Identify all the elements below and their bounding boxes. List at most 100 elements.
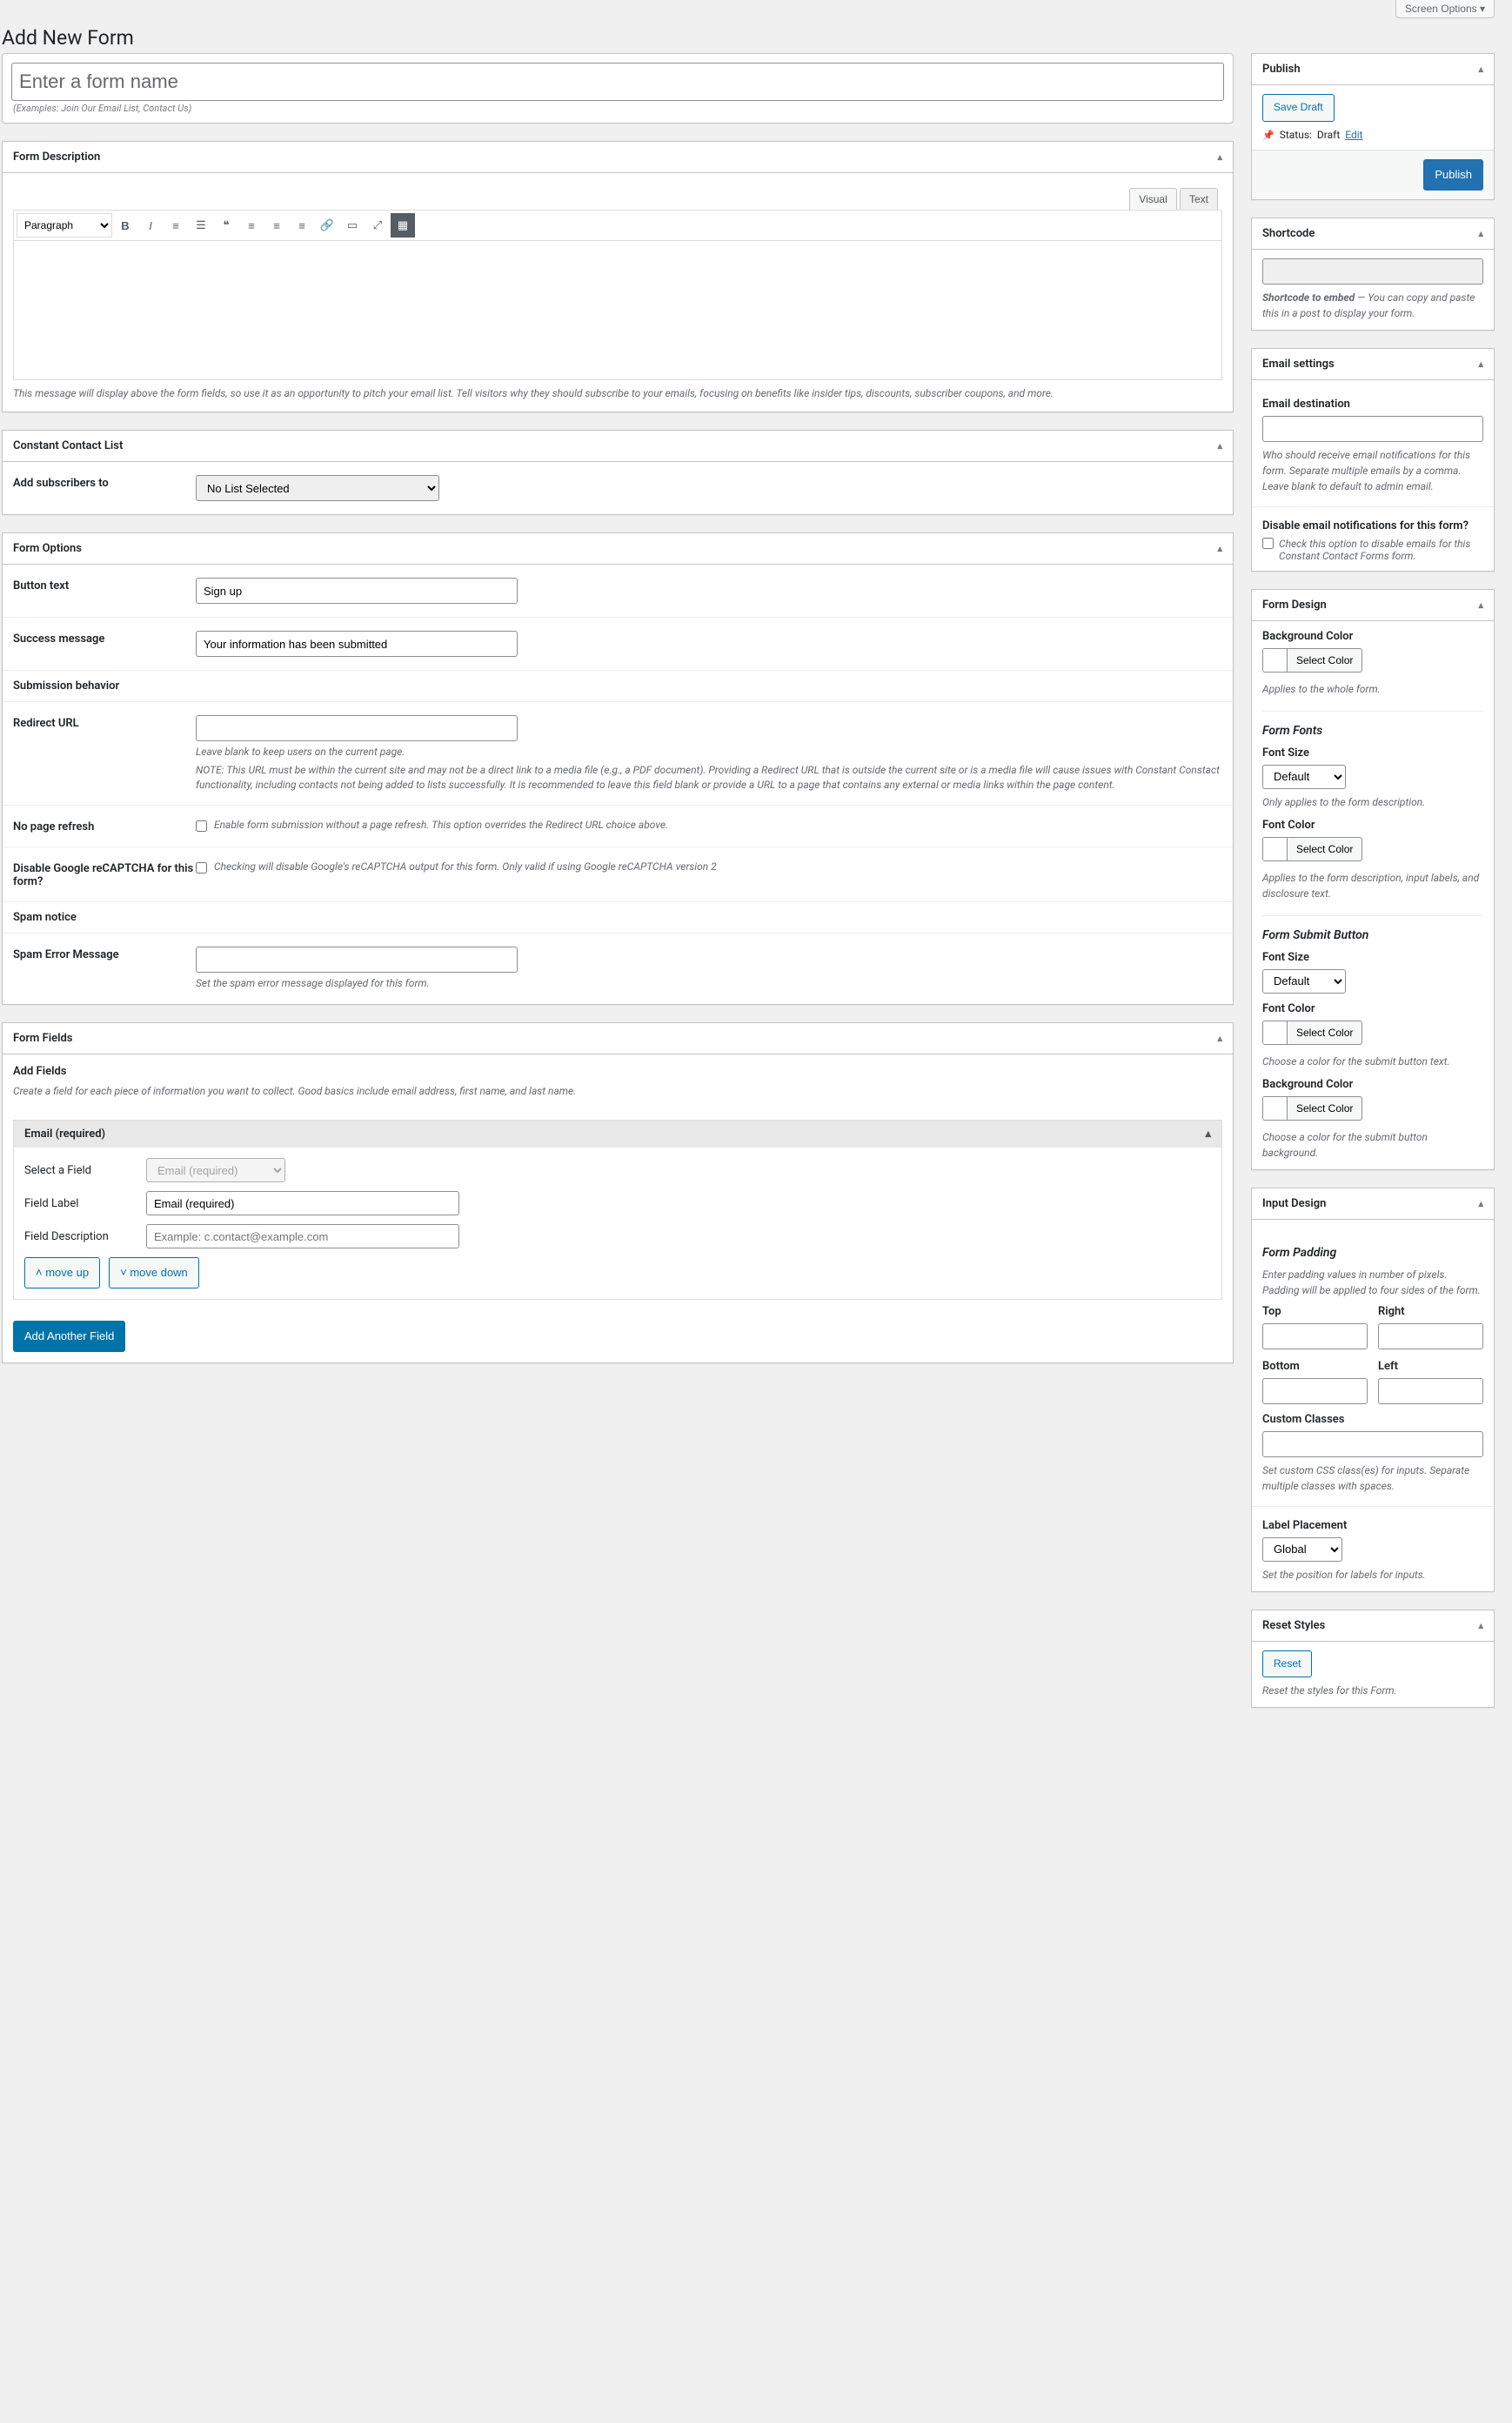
form-fonts-section: Form Fonts [1262, 711, 1483, 738]
screen-options-button[interactable]: Screen Options [1395, 0, 1495, 18]
shortcode-input[interactable] [1262, 258, 1483, 284]
form-options-header[interactable]: Form Options [3, 533, 1233, 565]
field-description-input[interactable] [146, 1224, 459, 1248]
custom-classes-hint: Set custom CSS class(es) for inputs. Sep… [1262, 1463, 1483, 1494]
redirect-url-input[interactable] [196, 715, 518, 741]
submit-font-size-select[interactable]: Default [1262, 969, 1346, 994]
shortcode-header[interactable]: Shortcode [1252, 218, 1494, 250]
form-description-box: Form Description Visual Text Paragraph B… [2, 141, 1234, 412]
success-message-label: Success message [13, 631, 196, 657]
align-right-icon[interactable]: ≡ [290, 213, 314, 238]
toggle-icon [1478, 227, 1483, 240]
cc-list-header[interactable]: Constant Contact List [3, 431, 1233, 462]
page-title: Add New Form [2, 18, 1495, 53]
align-center-icon[interactable]: ≡ [264, 213, 289, 238]
form-design-header[interactable]: Form Design [1252, 590, 1494, 621]
add-fields-heading: Add Fields [13, 1065, 1222, 1078]
editor-text-tab[interactable]: Text [1180, 188, 1218, 210]
edit-status-link[interactable]: Edit [1345, 129, 1362, 141]
label-placement-hint: Set the position for labels for inputs. [1262, 1567, 1483, 1583]
title-wrap: (Examples: Join Our Email List, Contact … [2, 53, 1234, 124]
paragraph-select[interactable]: Paragraph [17, 213, 112, 238]
publish-header[interactable]: Publish [1252, 54, 1494, 85]
submit-font-color-hint: Choose a color for the submit button tex… [1262, 1054, 1483, 1069]
submit-font-size-label: Font Size [1262, 951, 1483, 964]
blockquote-icon[interactable]: ❝ [214, 213, 238, 238]
publish-box: Publish Save Draft Status: Draft Edit Pu… [1251, 53, 1495, 200]
font-size-hint: Only applies to the form description. [1262, 794, 1483, 810]
disable-email-checkbox[interactable] [1262, 538, 1274, 549]
bullet-list-icon[interactable]: ≡ [164, 213, 188, 238]
save-draft-button[interactable]: Save Draft [1262, 94, 1335, 122]
padding-bottom-label: Bottom [1262, 1360, 1368, 1373]
padding-top-input[interactable] [1262, 1323, 1368, 1349]
select-field-dropdown[interactable]: Email (required) [146, 1158, 285, 1182]
field-block-header[interactable]: Email (required) [14, 1121, 1221, 1148]
editor-visual-tab[interactable]: Visual [1129, 188, 1176, 210]
chevron-up-icon: ˄ [36, 1266, 45, 1279]
background-color-button[interactable]: Select Color [1262, 648, 1362, 673]
font-color-label: Font Color [1262, 819, 1483, 832]
spam-error-label: Spam Error Message [13, 947, 196, 991]
form-fields-header[interactable]: Form Fields [3, 1023, 1233, 1054]
submit-font-color-button[interactable]: Select Color [1262, 1021, 1362, 1045]
reset-styles-header[interactable]: Reset Styles [1252, 1610, 1494, 1642]
label-placement-select[interactable]: Global [1262, 1537, 1342, 1562]
fullscreen-icon[interactable]: ⤢ [365, 213, 390, 238]
submit-bg-color-hint: Choose a color for the submit button bac… [1262, 1129, 1483, 1161]
editor-toolbar: Paragraph B I ≡ ☰ ❝ ≡ ≡ ≡ 🔗 ▭ ⤢ ▦ [13, 210, 1222, 241]
font-color-button[interactable]: Select Color [1262, 837, 1362, 861]
status-label: Status: [1280, 129, 1312, 141]
padding-left-input[interactable] [1378, 1378, 1483, 1404]
toggle-icon [1217, 542, 1222, 555]
input-design-header[interactable]: Input Design [1252, 1188, 1494, 1220]
padding-right-input[interactable] [1378, 1323, 1483, 1349]
align-left-icon[interactable]: ≡ [239, 213, 264, 238]
disable-recaptcha-label: Disable Google reCAPTCHA for this form? [13, 860, 196, 888]
email-destination-input[interactable] [1262, 416, 1483, 442]
description-editor[interactable] [13, 241, 1222, 380]
email-settings-header[interactable]: Email settings [1252, 349, 1494, 380]
input-design-box: Input Design Form Padding Enter padding … [1251, 1188, 1495, 1592]
padding-bottom-input[interactable] [1262, 1378, 1368, 1404]
submit-button-section: Form Submit Button [1262, 915, 1483, 942]
submit-bg-color-label: Background Color [1262, 1078, 1483, 1091]
disable-recaptcha-checkbox[interactable] [196, 862, 207, 873]
numbered-list-icon[interactable]: ☰ [189, 213, 213, 238]
field-block-email: Email (required) Select a Field Email (r… [13, 1120, 1222, 1300]
submit-bg-color-button[interactable]: Select Color [1262, 1096, 1362, 1121]
toolbar-toggle-icon[interactable]: ▦ [391, 213, 415, 238]
email-destination-label: Email destination [1262, 398, 1483, 411]
reset-button[interactable]: Reset [1262, 1650, 1312, 1678]
submit-font-color-label: Font Color [1262, 1002, 1483, 1015]
move-down-button[interactable]: ˅ move down [109, 1257, 199, 1288]
no-refresh-label: No page refresh [13, 819, 196, 833]
success-message-input[interactable] [196, 631, 518, 657]
font-size-select[interactable]: Default [1262, 765, 1346, 789]
form-description-header[interactable]: Form Description [3, 142, 1233, 173]
move-up-button[interactable]: ˄ move up [24, 1257, 100, 1288]
shortcode-hint: Shortcode to embed — You can copy and pa… [1262, 290, 1483, 321]
form-padding-section: Form Padding [1262, 1242, 1483, 1260]
add-fields-hint: Create a field for each piece of informa… [13, 1083, 1222, 1099]
font-size-label: Font Size [1262, 746, 1483, 760]
field-label-input[interactable] [146, 1191, 459, 1215]
padding-left-label: Left [1378, 1360, 1483, 1373]
color-swatch-icon [1263, 1021, 1288, 1045]
add-another-field-button[interactable]: Add Another Field [13, 1321, 125, 1352]
button-text-input[interactable] [196, 578, 518, 604]
spam-error-input[interactable] [196, 947, 518, 973]
padding-top-label: Top [1262, 1305, 1368, 1318]
publish-button[interactable]: Publish [1423, 159, 1483, 191]
description-hint: This message will display above the form… [13, 385, 1222, 401]
form-title-input[interactable] [11, 63, 1224, 101]
field-description-label: Field Description [24, 1230, 146, 1243]
italic-icon[interactable]: I [138, 213, 163, 238]
read-more-icon[interactable]: ▭ [340, 213, 365, 238]
no-refresh-checkbox[interactable] [196, 820, 207, 832]
link-icon[interactable]: 🔗 [315, 213, 339, 238]
custom-classes-input[interactable] [1262, 1431, 1483, 1457]
bold-icon[interactable]: B [113, 213, 137, 238]
toggle-icon [1478, 1197, 1483, 1210]
list-select[interactable]: No List Selected [196, 475, 439, 501]
